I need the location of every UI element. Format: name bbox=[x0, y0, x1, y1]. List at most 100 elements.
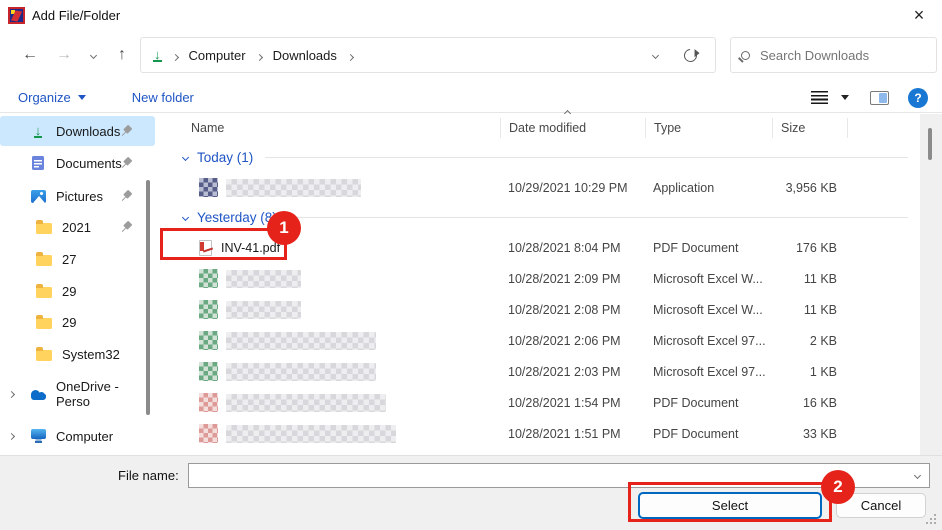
column-header-date-modified[interactable]: Date modified bbox=[500, 118, 645, 138]
search-input[interactable] bbox=[760, 48, 936, 63]
file-size: 11 KB bbox=[772, 303, 847, 317]
refresh-icon[interactable] bbox=[681, 46, 699, 64]
recent-locations-button[interactable] bbox=[81, 40, 105, 70]
pictures-icon bbox=[30, 188, 46, 204]
group-divider bbox=[289, 217, 908, 218]
title-bar: Add File/Folder × bbox=[0, 0, 942, 30]
file-type: Application bbox=[645, 181, 772, 195]
sidebar-item-27[interactable]: 27 bbox=[0, 244, 155, 274]
pdf-blurred-icon bbox=[199, 393, 218, 412]
file-row[interactable]: 10/28/2021 2:03 PM Microsoft Excel 97...… bbox=[175, 356, 920, 387]
up-button[interactable]: ↑ bbox=[105, 40, 139, 70]
application-blurred-icon bbox=[199, 178, 218, 197]
column-headers: Name Date modified Type Size bbox=[175, 114, 920, 142]
folder-icon bbox=[36, 346, 52, 362]
details-view-icon[interactable] bbox=[811, 91, 828, 104]
column-header-name[interactable]: Name bbox=[175, 118, 500, 138]
expand-chevron-icon[interactable] bbox=[8, 390, 15, 397]
redacted-file-name bbox=[226, 363, 376, 381]
sidebar-item-downloads[interactable]: ↓ Downloads bbox=[0, 116, 155, 146]
organize-menu[interactable]: Organize bbox=[18, 90, 86, 105]
sidebar-item-pictures[interactable]: Pictures bbox=[0, 181, 155, 211]
file-row[interactable]: 10/28/2021 2:06 PM Microsoft Excel 97...… bbox=[175, 325, 920, 356]
file-date: 10/28/2021 2:08 PM bbox=[500, 303, 645, 317]
annotation-badge-step1: 1 bbox=[267, 211, 301, 245]
search-box[interactable] bbox=[730, 37, 937, 73]
navigation-sidebar: ↓ Downloads Documents Pictures 2021 bbox=[0, 114, 160, 455]
breadcrumb-separator-icon bbox=[171, 53, 178, 60]
column-header-size[interactable]: Size bbox=[772, 118, 847, 138]
main-area: ↓ Downloads Documents Pictures 2021 bbox=[0, 114, 942, 455]
file-type: Microsoft Excel 97... bbox=[645, 365, 772, 379]
file-date: 10/28/2021 2:06 PM bbox=[500, 334, 645, 348]
sidebar-item-label: Pictures bbox=[56, 189, 103, 204]
file-size: 176 KB bbox=[772, 241, 847, 255]
file-list-scrollbar[interactable] bbox=[928, 128, 932, 160]
close-icon[interactable]: × bbox=[906, 2, 932, 28]
file-row[interactable]: 10/28/2021 2:09 PM Microsoft Excel W... … bbox=[175, 263, 920, 294]
sidebar-item-label: System32 bbox=[62, 347, 120, 362]
file-list: Name Date modified Type Size Today (1) bbox=[175, 114, 920, 455]
sidebar-item-label: 29 bbox=[62, 315, 76, 330]
organize-label: Organize bbox=[18, 90, 71, 105]
sidebar-item-label: 29 bbox=[62, 284, 76, 299]
file-type: PDF Document bbox=[645, 241, 772, 255]
sidebar-item-label: 2021 bbox=[62, 220, 91, 235]
breadcrumb-downloads[interactable]: Downloads bbox=[273, 48, 337, 63]
breadcrumb-separator-icon bbox=[347, 53, 354, 60]
command-toolbar: Organize New folder ? bbox=[0, 82, 942, 113]
column-header-type[interactable]: Type bbox=[645, 118, 772, 138]
sidebar-item-29[interactable]: 29 bbox=[0, 276, 155, 306]
sidebar-item-documents[interactable]: Documents bbox=[0, 148, 155, 178]
file-list-scrollbar-track bbox=[920, 114, 942, 455]
address-dropdown-icon[interactable] bbox=[652, 51, 659, 58]
onedrive-icon bbox=[30, 386, 46, 402]
resize-grip[interactable] bbox=[934, 522, 936, 524]
file-row[interactable]: 10/28/2021 2:08 PM Microsoft Excel W... … bbox=[175, 294, 920, 325]
sidebar-item-label: Computer bbox=[56, 429, 113, 444]
redacted-file-name bbox=[226, 270, 301, 288]
file-date: 10/28/2021 8:04 PM bbox=[500, 241, 645, 255]
pdf-blurred-icon bbox=[199, 424, 218, 443]
file-date: 10/28/2021 2:09 PM bbox=[500, 272, 645, 286]
file-row[interactable]: 10/28/2021 1:54 PM PDF Document 16 KB bbox=[175, 387, 920, 418]
sidebar-item-computer[interactable]: Computer bbox=[0, 421, 155, 451]
file-date: 10/28/2021 1:54 PM bbox=[500, 396, 645, 410]
excel-blurred-icon bbox=[199, 300, 218, 319]
redacted-file-name bbox=[226, 425, 396, 443]
new-folder-button[interactable]: New folder bbox=[132, 90, 194, 105]
file-row[interactable]: 10/29/2021 10:29 PM Application 3,956 KB bbox=[175, 172, 920, 203]
sidebar-item-2021[interactable]: 2021 bbox=[0, 212, 155, 242]
expand-chevron-icon[interactable] bbox=[8, 432, 15, 439]
preview-pane-icon[interactable] bbox=[870, 91, 889, 105]
file-type: Microsoft Excel W... bbox=[645, 303, 772, 317]
column-header-extra[interactable] bbox=[847, 118, 920, 138]
sidebar-item-29b[interactable]: 29 bbox=[0, 307, 155, 337]
breadcrumb-computer[interactable]: Computer bbox=[189, 48, 246, 63]
redacted-file-name bbox=[226, 179, 361, 197]
address-bar[interactable]: ↓ Computer Downloads bbox=[140, 37, 716, 73]
group-header-today[interactable]: Today (1) bbox=[175, 142, 920, 172]
sidebar-item-system32[interactable]: System32 bbox=[0, 339, 155, 369]
forward-button[interactable]: → bbox=[47, 40, 81, 70]
sidebar-item-label: Downloads bbox=[56, 124, 120, 139]
add-file-folder-dialog: Add File/Folder × ← → ↑ ↓ Computer Downl… bbox=[0, 0, 942, 530]
computer-icon bbox=[30, 428, 46, 444]
file-row[interactable]: 10/28/2021 1:51 PM PDF Document 33 KB bbox=[175, 418, 920, 449]
folder-icon bbox=[36, 251, 52, 267]
window-title: Add File/Folder bbox=[32, 8, 120, 23]
back-button[interactable]: ← bbox=[13, 40, 47, 70]
sidebar-item-onedrive[interactable]: OneDrive - Perso bbox=[0, 379, 155, 409]
sidebar-item-label: Documents bbox=[56, 156, 122, 171]
file-date: 10/28/2021 1:51 PM bbox=[500, 427, 645, 441]
file-type: Microsoft Excel 97... bbox=[645, 334, 772, 348]
sidebar-scrollbar[interactable] bbox=[146, 180, 150, 415]
redacted-file-name bbox=[226, 394, 386, 412]
sidebar-item-label: OneDrive - Perso bbox=[56, 379, 155, 409]
help-icon[interactable]: ? bbox=[908, 88, 928, 108]
file-date: 10/28/2021 2:03 PM bbox=[500, 365, 645, 379]
excel-blurred-icon bbox=[199, 269, 218, 288]
folder-icon bbox=[36, 314, 52, 330]
combo-dropdown-icon[interactable] bbox=[914, 472, 921, 479]
view-dropdown-icon[interactable] bbox=[841, 95, 849, 100]
